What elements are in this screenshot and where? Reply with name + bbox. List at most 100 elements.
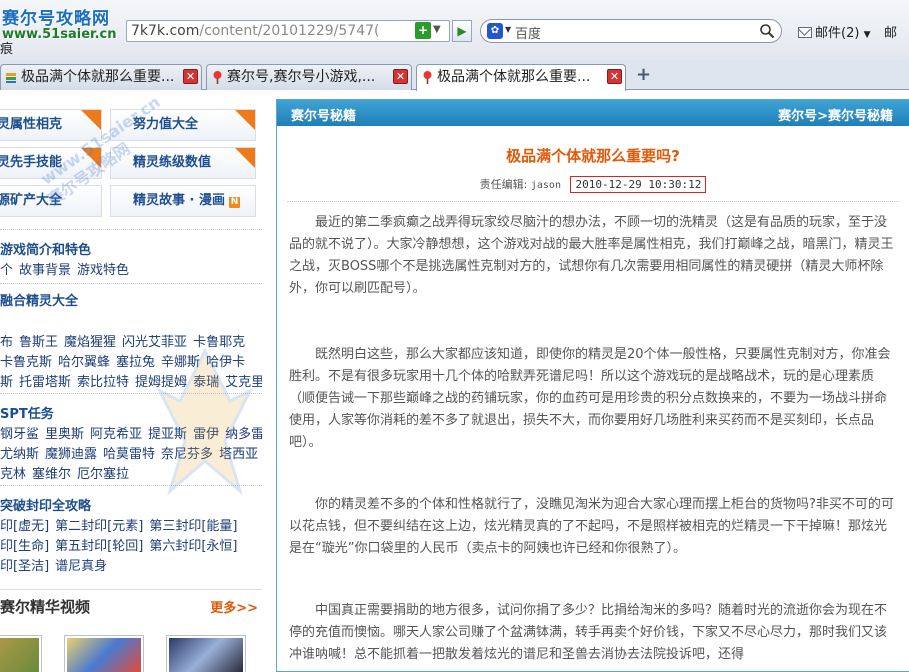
link-item[interactable]: 个 — [0, 263, 13, 278]
new-badge-icon: N — [229, 197, 240, 208]
link-item[interactable]: 谱尼真身 — [55, 559, 107, 574]
link-item[interactable]: 第三封印[能量] — [149, 519, 237, 534]
article-paragraph: 既然明白这些，那么大家都应该知道，即使你的精灵是20个体一般性格，只要属性克制对… — [289, 347, 891, 450]
hot-corner-icon — [234, 148, 255, 169]
video-thumbnail[interactable] — [0, 635, 42, 672]
link-item[interactable]: 塞维尔 — [32, 467, 71, 482]
mail-dropdown-icon[interactable]: ▼ — [864, 30, 871, 40]
editor-name: jason — [530, 180, 561, 191]
go-button[interactable]: ▶ — [452, 20, 472, 42]
feature-mine-resources[interactable]: 源矿产大全 — [0, 185, 102, 217]
address-bar[interactable]: 7k7k.com/content/20101229/5747( — [126, 20, 450, 42]
site-watermark-logo: 赛尔号攻略网 www.51saier.cn — [0, 2, 128, 52]
panel-title[interactable]: 赛尔号秘籍 — [291, 105, 356, 124]
link-item[interactable]: 厄尔塞拉 — [77, 467, 129, 482]
history-trace-label: 痕 — [0, 42, 14, 57]
tab-article-active[interactable]: 极品满个体就那么重要... ✕ — [416, 64, 626, 91]
sidebar: 灵属性相克 努力值大全 灵先手技能 精灵练级数值 源矿产大全 精灵故事 · 漫画… — [0, 91, 262, 672]
mail-icon — [798, 27, 812, 38]
feature-label: 精灵练级数值 — [133, 155, 212, 170]
link-item[interactable]: 第二封印[元素] — [55, 519, 143, 534]
link-item[interactable]: 克林 — [0, 467, 26, 482]
link-item[interactable]: 印[圣洁] — [0, 559, 49, 574]
section-title-spt[interactable]: SPT任务 — [0, 403, 54, 422]
editor-label: 责任编辑: — [479, 178, 528, 191]
new-tab-button[interactable]: + — [636, 64, 651, 85]
search-icon[interactable] — [759, 23, 775, 39]
address-dropdown-icon[interactable]: ▼ — [433, 24, 441, 35]
tab-strip: 极品满个体就那么重要... ✕ 赛尔号,赛尔号小游戏,... ✕ 极品满个体就那… — [0, 60, 909, 91]
link-item[interactable]: 故事背景 — [19, 263, 71, 278]
feature-label: 源矿产大全 — [0, 193, 63, 208]
section-title-seals[interactable]: 突破封印全攻略 — [0, 495, 91, 514]
feature-type-chart[interactable]: 灵属性相克 — [0, 109, 102, 141]
link-item[interactable]: 第六封印[永恒] — [149, 539, 237, 554]
publish-date: 2010-12-29 10:30:12 — [570, 176, 707, 193]
extra-menu-cut-off[interactable]: 邮 — [884, 22, 897, 41]
video-section-title: 赛尔精华视频 — [0, 598, 91, 616]
link-row: 印[生命] 第五封印[轮回] 第六封印[永恒] — [0, 535, 243, 554]
tab-article-1[interactable]: 极品满个体就那么重要... ✕ — [0, 64, 202, 90]
link-item[interactable]: 印[生命] — [0, 539, 49, 554]
feature-label: 灵属性相克 — [0, 117, 63, 132]
link-item[interactable]: 第五封印[轮回] — [55, 539, 143, 554]
section-title-intro[interactable]: 游戏简介和特色 — [0, 239, 91, 258]
link-row: 克林 塞维尔 厄尔塞拉 — [0, 463, 135, 482]
link-item[interactable]: 卡鲁克斯 — [0, 355, 52, 370]
feature-stories-comics[interactable]: 精灵故事 · 漫画 N — [110, 185, 256, 217]
engine-dropdown-icon[interactable]: ▼ — [505, 25, 511, 34]
browser-toolbar: 赛尔号攻略网 www.51saier.cn 7k7k.com/content/2… — [0, 0, 909, 60]
link-item[interactable]: 托雷塔斯 — [19, 375, 71, 390]
article-meta: 责任编辑: jason 2010-12-29 10:30:12 — [277, 176, 909, 193]
section-title-fusion[interactable]: 融合精灵大全 — [0, 290, 78, 309]
link-item[interactable]: 尤纳斯 — [0, 447, 39, 462]
link-item[interactable]: 哈莫雷特 — [103, 447, 155, 462]
breadcrumb[interactable]: 赛尔号>赛尔号秘籍 — [778, 105, 893, 124]
article-panel: 赛尔号秘籍 赛尔号>赛尔号秘籍 极品满个体就那么重要吗? 责任编辑: jason… — [276, 99, 909, 672]
search-box[interactable]: ✿ ▼ 百度 — [480, 19, 782, 43]
security-shield-icon[interactable]: + — [415, 22, 431, 39]
link-item[interactable]: 阿克希亚 — [90, 427, 142, 442]
tab-close-icon[interactable]: ✕ — [607, 69, 622, 84]
hot-corner-icon — [80, 148, 101, 169]
link-item[interactable]: 鲁斯王 — [19, 335, 58, 350]
search-input[interactable]: 百度 — [515, 23, 541, 42]
tab-close-icon[interactable]: ✕ — [183, 69, 198, 84]
link-item[interactable]: 魔焰猩猩 — [64, 335, 116, 350]
feature-effort-values[interactable]: 努力值大全 — [110, 109, 256, 141]
feature-priority-skills[interactable]: 灵先手技能 — [0, 147, 102, 179]
tab-seer-home[interactable]: 赛尔号,赛尔号小游戏,... ✕ — [206, 64, 412, 90]
link-item[interactable]: 钢牙鲨 — [0, 427, 39, 442]
video-more-link[interactable]: 更多>> — [210, 597, 258, 616]
link-row: 印[圣洁] 谱尼真身 — [0, 555, 113, 574]
map-pin-icon — [213, 71, 222, 84]
logo-title: 赛尔号攻略网 — [2, 9, 110, 29]
link-item[interactable]: 魔狮迪露 — [45, 447, 97, 462]
mail-label: 邮件(2) — [815, 26, 860, 41]
hot-corner-icon — [80, 110, 101, 131]
link-item[interactable]: 哈尔翼蜂 — [58, 355, 110, 370]
link-item[interactable]: 布 — [0, 335, 13, 350]
address-path: /content/20101229/5747( — [199, 23, 380, 39]
link-item[interactable]: 印[虚无] — [0, 519, 49, 534]
stack-page-icon — [6, 73, 16, 83]
link-item[interactable]: 斯 — [0, 375, 13, 390]
tab-label: 赛尔号,赛尔号小游戏,... — [227, 69, 376, 85]
logo-url: www.51saier.cn — [2, 27, 117, 42]
map-pin-icon — [423, 71, 432, 84]
address-domain: 7k7k.com — [131, 23, 200, 39]
tab-close-icon[interactable]: ✕ — [393, 69, 408, 84]
mail-button[interactable]: 邮件(2) ▼ — [798, 22, 870, 41]
link-item[interactable]: 里奥斯 — [45, 427, 84, 442]
tab-label: 极品满个体就那么重要... — [437, 69, 591, 85]
baidu-paw-icon[interactable]: ✿ — [487, 23, 503, 39]
link-item[interactable]: 游戏特色 — [77, 263, 129, 278]
video-thumbnail[interactable] — [64, 635, 144, 672]
link-item[interactable]: 索比拉特 — [77, 375, 129, 390]
divider — [0, 229, 262, 230]
feature-level-stats[interactable]: 精灵练级数值 — [110, 147, 256, 179]
feature-label: 努力值大全 — [133, 117, 199, 132]
hot-corner-icon — [234, 110, 255, 131]
video-thumbnail[interactable] — [166, 635, 246, 672]
mascot-watermark-icon — [156, 347, 254, 496]
